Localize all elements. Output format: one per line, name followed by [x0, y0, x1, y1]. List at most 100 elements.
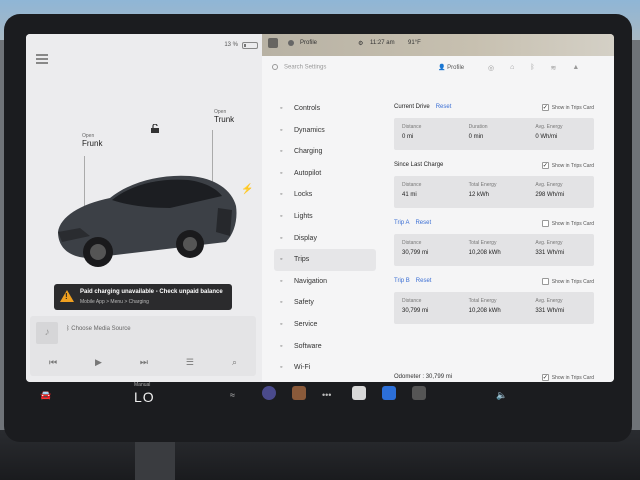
battery-fill [244, 44, 246, 47]
trip-b-reset[interactable]: Reset [416, 278, 432, 284]
wheel-icon: ◦ [280, 169, 283, 177]
stat-label: Total Energy [468, 182, 497, 188]
wifi-icon[interactable]: ≋ [551, 64, 557, 72]
menu-icon[interactable] [36, 54, 48, 64]
nav-item-label: Navigation [294, 277, 328, 285]
stat-label: Avg. Energy [535, 182, 563, 188]
battery-icon [242, 42, 258, 49]
checkbox-checked-icon: ✓ [541, 104, 549, 111]
profile-label: Profile [447, 65, 465, 71]
warning-subtitle: Mobile App > Menu > Charging [80, 299, 149, 305]
stat-cell: Total Energy 10,208 kWh [461, 234, 528, 266]
bluetooth-icon[interactable]: ᛒ [530, 64, 534, 72]
left-status-bar: 13 % [26, 40, 262, 54]
nav-item-service[interactable]: ◦ Service [274, 314, 376, 336]
odometer-label: Odometer : [394, 374, 425, 380]
nav-item-label: Controls [294, 105, 321, 112]
touchscreen: 13 % Open Frunk Open Trunk ⚡ ! Paid char… [26, 34, 614, 382]
trip-b-show-toggle[interactable]: Show in Trips Card [541, 278, 594, 285]
stat-value: 10,208 kWh [468, 308, 501, 314]
nav-item-autopilot[interactable]: ◦ Autopilot [274, 163, 376, 185]
screen-stand [135, 438, 175, 480]
stat-label: Avg. Energy [535, 298, 563, 304]
media-source-label: Choose Media Source [71, 326, 131, 332]
equalizer-icon[interactable]: ☰ [186, 357, 194, 368]
bluetooth-app-icon[interactable] [382, 386, 396, 400]
media-app-icon[interactable] [412, 386, 426, 400]
profile-button[interactable]: 👤 Profile [438, 64, 464, 71]
charge-port-icon[interactable]: ⚡ [241, 184, 253, 195]
trip-a-title: Trip A [394, 220, 410, 226]
car-lock-status-icon[interactable] [268, 38, 278, 48]
wifi-icon: ◦ [280, 364, 283, 372]
media-source-selector[interactable]: ᛒ Choose Media Source [66, 326, 131, 332]
more-apps-icon[interactable]: ••• [322, 390, 331, 400]
stat-label: Duration [468, 124, 488, 130]
download-icon: ◦ [280, 342, 283, 350]
music-note-icon: ♪ [36, 322, 58, 344]
car-image [58, 175, 237, 267]
nav-item-label: Lights [294, 212, 313, 220]
charging-warning-banner[interactable]: ! Paid charging unavailable - Check unpa… [54, 284, 232, 310]
person-icon: 👤 [438, 65, 448, 71]
nav-item-locks[interactable]: ◦ Locks [274, 184, 376, 206]
since-charge-show-toggle[interactable]: ✓ Show in Trips Card [541, 162, 594, 169]
calendar-app-icon[interactable] [292, 386, 306, 400]
current-drive-title: Current Drive [394, 104, 430, 110]
nav-item-safety[interactable]: ◦ Safety [274, 292, 376, 314]
settings-search[interactable]: Search Settings [272, 64, 326, 71]
nav-item-navigation[interactable]: ◦ Navigation [274, 271, 376, 293]
nav-item-wi-fi[interactable]: ◦ Wi-Fi [274, 357, 376, 379]
garage-icon[interactable]: ⌂ [510, 64, 514, 72]
checkbox-checked-icon: ✓ [541, 162, 549, 169]
nav-item-dynamics[interactable]: ◦ Dynamics [274, 120, 376, 142]
bell-icon[interactable]: ◎ [488, 64, 494, 72]
stat-value: 298 Wh/mi [535, 192, 565, 198]
odometer-show-toggle[interactable]: ✓ Show in Trips Card [541, 374, 594, 381]
nav-item-label: Trips [294, 256, 310, 264]
nav-item-label: Autopilot [294, 169, 322, 177]
since-charge-card: Distance 41 mi Total Energy 12 kWh Avg. En… [394, 176, 594, 208]
header-icons: ◎ ⌂ ᛒ ≋ ▲ [488, 64, 579, 72]
nav-item-label: Service [294, 320, 318, 328]
stat-cell: Total Energy 12 kWh [461, 176, 528, 208]
nav-item-display[interactable]: ◦ Display [274, 228, 376, 250]
checkbox-checked-icon: ✓ [541, 374, 549, 381]
wrench-icon: ◦ [280, 320, 283, 328]
topbar-profile[interactable]: Profile [300, 40, 317, 46]
frunk-callout[interactable]: Open Frunk [82, 133, 102, 148]
nav-item-charging[interactable]: ◦ Charging [274, 141, 376, 163]
camera-app-icon[interactable] [262, 386, 276, 400]
trunk-callout[interactable]: Open Trunk [214, 109, 234, 124]
profile-avatar-icon[interactable] [288, 40, 294, 46]
nav-item-controls[interactable]: ◦ Controls [274, 98, 376, 120]
trip-a-show-toggle[interactable]: Show in Trips Card [541, 220, 594, 227]
current-drive-show-toggle[interactable]: ✓ Show in Trips Card [541, 104, 594, 111]
nav-item-lights[interactable]: ◦ Lights [274, 206, 376, 228]
lte-icon[interactable]: ▲ [572, 64, 579, 72]
trip-b-title: Trip B [394, 278, 410, 284]
nav-item-trips[interactable]: ◦ Trips [274, 249, 376, 271]
nav-item-label: Locks [294, 191, 313, 199]
nav-item-label: Safety [294, 299, 314, 307]
stat-value: 30,799 mi [402, 250, 429, 256]
volume-icon[interactable]: 🔈 [496, 390, 507, 401]
previous-track-icon[interactable]: ⏮ [49, 357, 57, 368]
search-media-icon[interactable]: ⌕ [232, 357, 237, 368]
current-drive-header: Current Drive Reset ✓ Show in Trips Card [394, 104, 594, 116]
toybox-app-icon[interactable] [352, 386, 366, 400]
stat-cell: Distance 30,799 mi [394, 292, 461, 324]
seat-heater-icon[interactable]: ≈ [230, 390, 235, 400]
current-drive-reset[interactable]: Reset [436, 104, 452, 110]
lock-icon[interactable] [150, 124, 160, 133]
checkbox-unchecked-icon [541, 220, 549, 227]
stat-value: 0 mi [402, 134, 414, 140]
stat-label: Distance [402, 182, 422, 188]
nav-item-software[interactable]: ◦ Software [274, 336, 376, 358]
current-drive-section: Current Drive Reset ✓ Show in Trips Card D… [394, 104, 594, 150]
play-icon[interactable]: ▶ [95, 357, 102, 368]
climate-temperature[interactable]: LO [134, 389, 155, 405]
car-icon[interactable]: 🚘 [40, 390, 51, 401]
trip-a-reset[interactable]: Reset [415, 220, 431, 226]
next-track-icon[interactable]: ⏭ [140, 357, 148, 368]
